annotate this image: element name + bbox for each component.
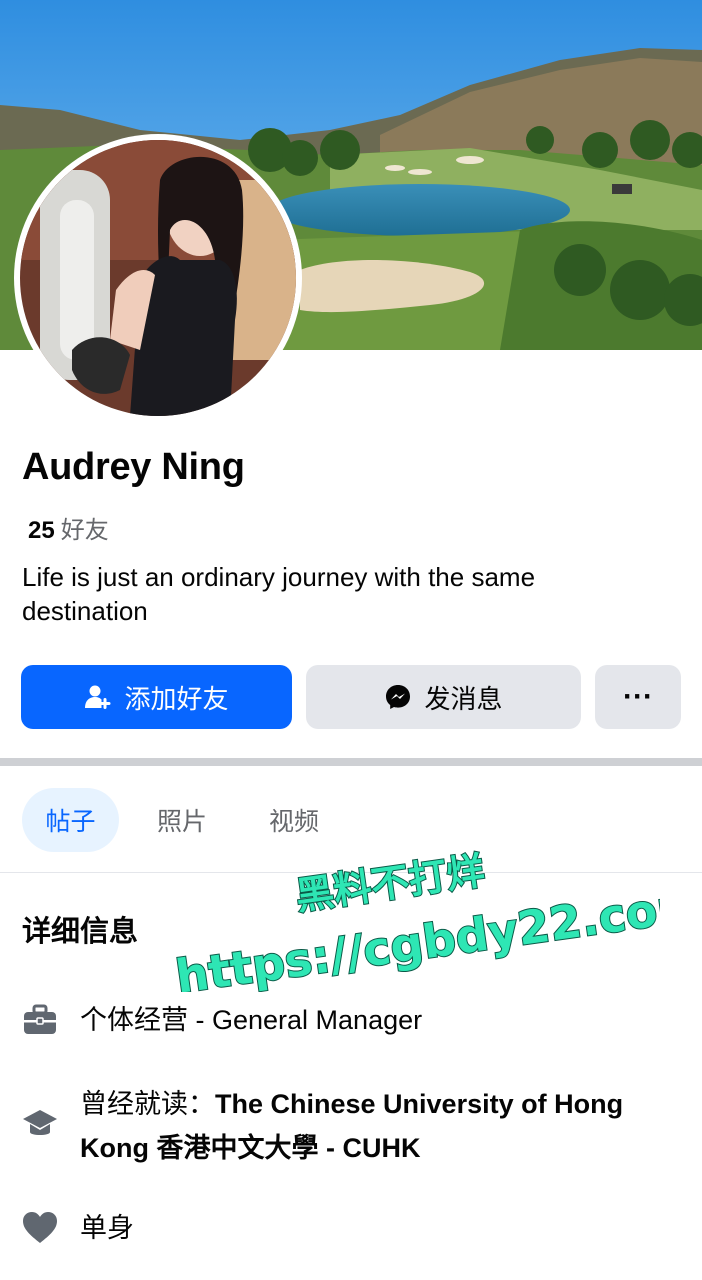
friends-count[interactable]: 25 好友 bbox=[28, 510, 109, 545]
message-button[interactable]: 发消息 bbox=[306, 665, 581, 729]
details-title: 详细信息 bbox=[22, 916, 139, 948]
relationship-text: 单身 bbox=[80, 1213, 134, 1243]
add-friend-icon bbox=[84, 683, 112, 711]
add-friend-button[interactable]: 添加好友 bbox=[21, 665, 292, 729]
message-label: 发消息 bbox=[424, 683, 503, 714]
more-options-button[interactable]: ··· bbox=[595, 665, 681, 729]
friends-count-number: 25 bbox=[28, 517, 55, 544]
heart-icon bbox=[22, 1210, 58, 1246]
education-text: 曾经就读：The Chinese University of Hong Kong… bbox=[80, 1082, 640, 1170]
add-friend-label: 添加好友 bbox=[124, 683, 229, 714]
work-text: 个体经营 - General Manager bbox=[80, 1005, 423, 1035]
more-options-icon: ··· bbox=[623, 680, 653, 713]
watermark-line-1: 黑料不打烊 bbox=[293, 848, 487, 918]
watermark: 黑料不打烊 https://cgbdy22.com bbox=[171, 847, 660, 992]
section-divider bbox=[0, 758, 702, 766]
tab-posts[interactable]: 帖子 bbox=[22, 788, 119, 852]
profile-avatar[interactable] bbox=[14, 134, 302, 422]
avatar-photo bbox=[20, 140, 296, 416]
messenger-icon bbox=[384, 683, 412, 711]
education-prefix: 曾经就读： bbox=[80, 1089, 215, 1119]
graduation-cap-icon bbox=[22, 1106, 58, 1142]
friends-count-label: 好友 bbox=[60, 517, 109, 544]
profile-name: Audrey Ning bbox=[22, 446, 245, 488]
briefcase-icon bbox=[22, 1002, 58, 1038]
profile-bio: Life is just an ordinary journey with th… bbox=[22, 562, 536, 626]
